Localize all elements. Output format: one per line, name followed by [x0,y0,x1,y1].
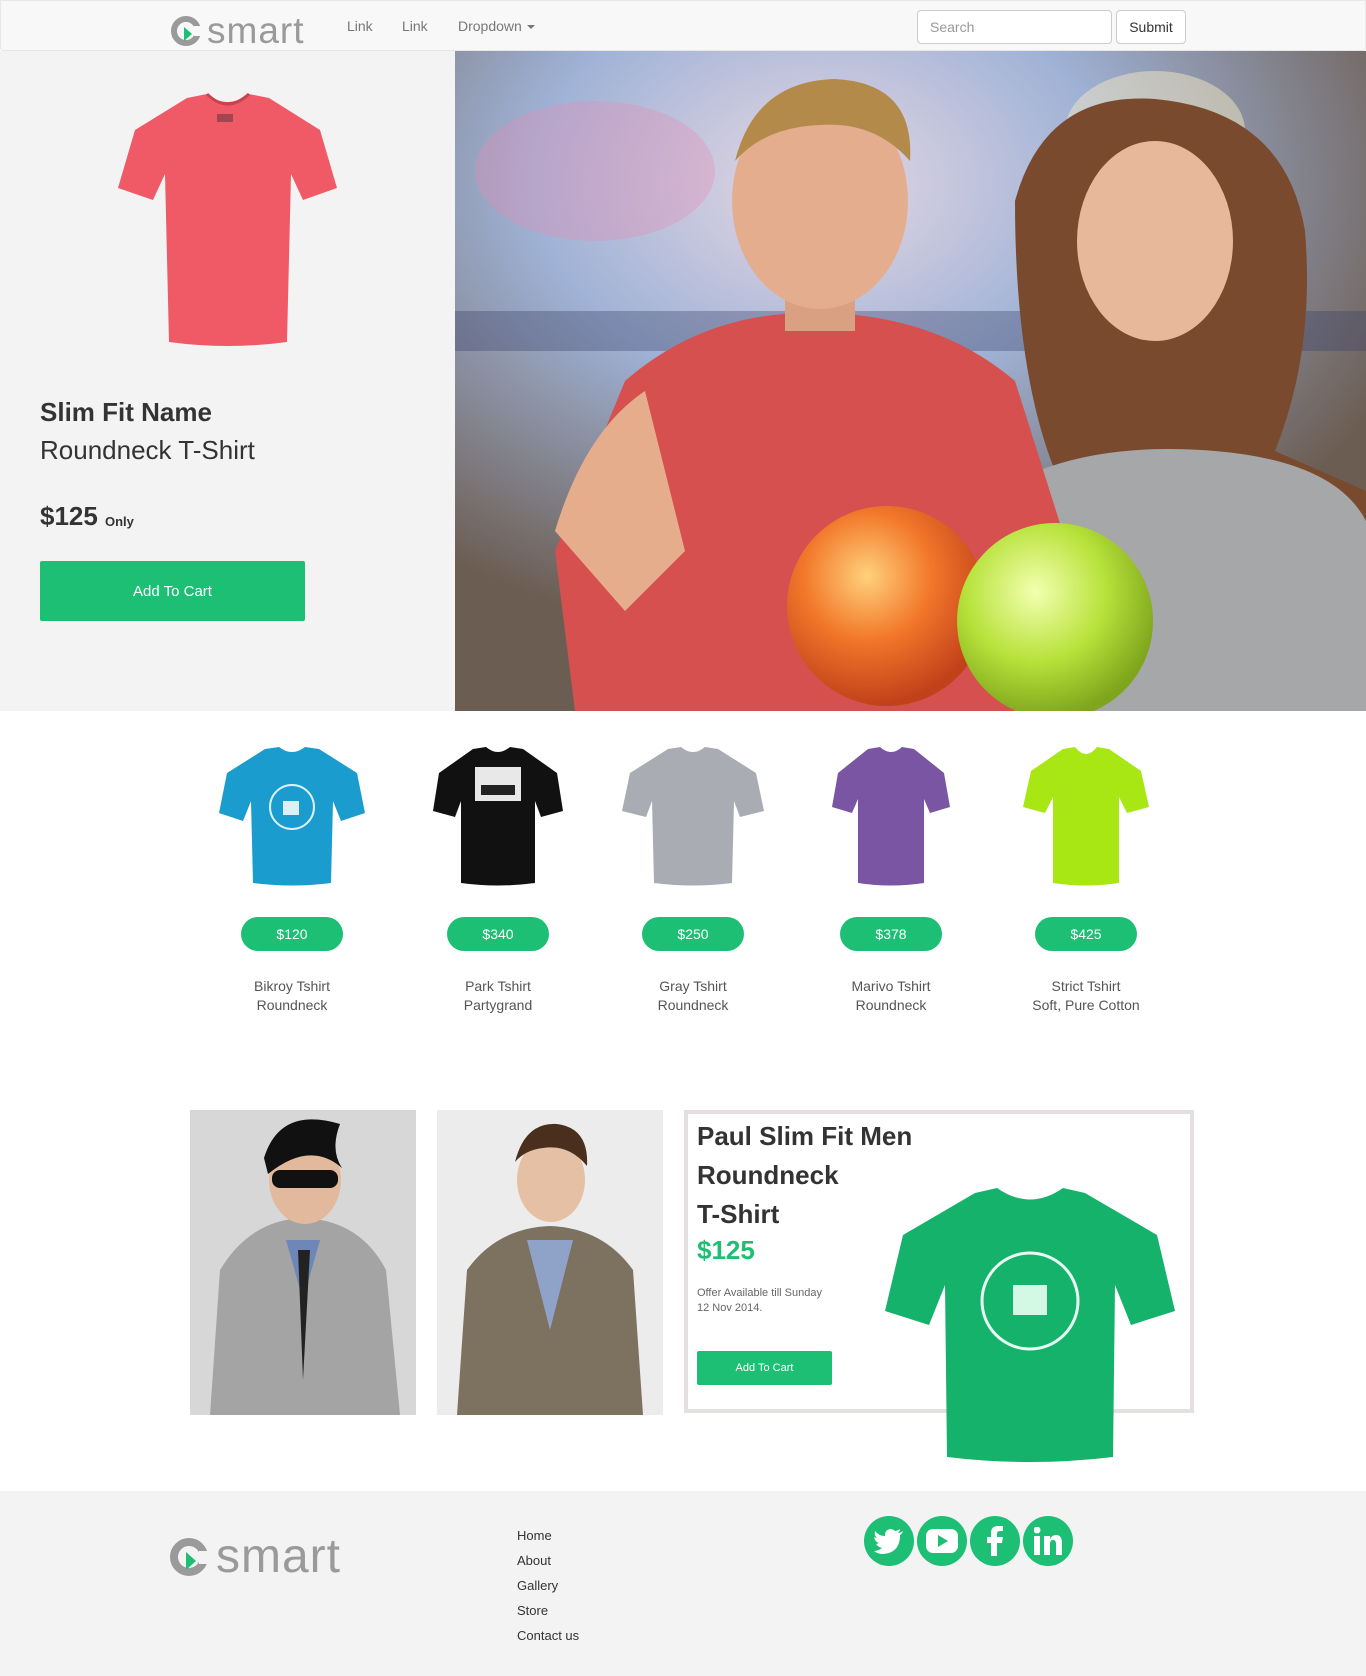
product-card[interactable]: $340 Park Tshirt Partygrand [418,745,578,1015]
price-pill: $340 [447,917,549,951]
footer-brand-name: smart [216,1530,341,1583]
footer-link-gallery[interactable]: Gallery [517,1573,579,1598]
footer-link-about[interactable]: About [517,1548,579,1573]
model-photo-1 [190,1110,416,1415]
facebook-icon[interactable] [970,1516,1020,1566]
logo-icon [171,16,202,46]
product-card[interactable]: $120 Bikroy Tshirt Roundneck [212,745,372,1015]
product-detail: Roundneck [855,997,927,1013]
promo-add-to-cart-button[interactable]: Add To Cart [697,1351,832,1385]
product-card[interactable]: $250 Gray Tshirt Roundneck [613,745,773,1015]
product-detail: Partygrand [463,997,533,1013]
promo-tshirt-image [885,1188,1175,1462]
youtube-icon[interactable] [917,1516,967,1566]
footer-links: Home About Gallery Store Contact us [517,1523,579,1648]
product-card[interactable]: $378 Marivo Tshirt Roundneck [811,745,971,1015]
product-detail: Roundneck [256,997,328,1013]
model-photo-2 [437,1110,663,1415]
hero-add-to-cart-button[interactable]: Add To Cart [40,561,305,621]
hero-product-title: Slim Fit Name [40,397,212,427]
hero-price-note: Only [105,514,134,529]
nav-link-1[interactable]: Link [347,18,373,34]
footer-brand-logo[interactable]: smart [170,1530,341,1583]
hero-tshirt-shape [118,94,337,346]
hero-couple-illustration [455,51,1366,711]
navbar: smart Link Link Dropdown Submit [0,0,1366,51]
linkedin-icon[interactable] [1023,1516,1073,1566]
promo-title-line: Paul Slim Fit Men [697,1121,913,1151]
tshirt-image [622,747,764,886]
nav-dropdown-label: Dropdown [458,18,522,34]
hero-product-price: $125 [40,501,98,531]
hero-product-subtitle: Roundneck T-Shirt [40,435,255,465]
product-detail: Roundneck [657,997,729,1013]
price-pill: $425 [1035,917,1137,951]
price-pill: $378 [840,917,942,951]
promo-title-line: Roundneck [697,1160,839,1190]
promo-offer-text: Offer Available till Sunday 12 Nov 2014. [697,1287,822,1314]
tshirt-image [433,747,563,886]
product-detail: Soft, Pure Cotton [1032,997,1140,1013]
hero-tshirt-image [118,92,337,346]
tshirt-image [1023,747,1149,886]
footer [0,1491,1366,1676]
product-name: Bikroy Tshirt [254,978,330,994]
product-name: Park Tshirt [465,978,531,994]
logo-icon [170,1538,209,1576]
brand-logo[interactable]: smart [171,10,305,51]
submit-button[interactable]: Submit [1116,10,1186,44]
price-pill: $120 [241,917,343,951]
product-name: Marivo Tshirt [851,978,931,994]
price-pill: $250 [642,917,744,951]
promo-price: $125 [697,1235,755,1265]
tshirt-image [832,747,950,886]
promo-title-line: T-Shirt [697,1199,780,1229]
product-name: Gray Tshirt [659,978,727,994]
product-name: Strict Tshirt [1051,978,1121,994]
caret-down-icon [526,25,535,30]
product-card[interactable]: $425 Strict Tshirt Soft, Pure Cotton [1006,745,1166,1015]
footer-link-store[interactable]: Store [517,1598,579,1623]
hero-photo [455,51,1366,711]
nav-dropdown[interactable]: Dropdown [458,18,535,34]
tshirt-image [219,747,365,886]
footer-link-home[interactable]: Home [517,1523,579,1548]
brand-name: smart [207,10,305,51]
nav-link-2[interactable]: Link [402,18,428,34]
twitter-icon[interactable] [864,1516,914,1566]
footer-link-contact[interactable]: Contact us [517,1623,579,1648]
search-input[interactable] [917,10,1112,44]
